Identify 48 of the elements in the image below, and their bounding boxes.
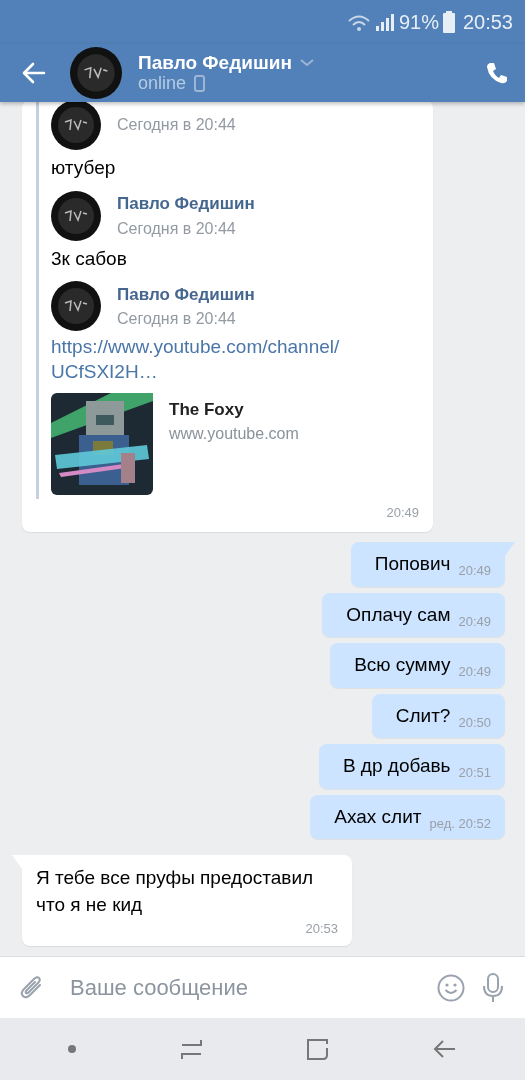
- avatar-icon: [51, 281, 101, 332]
- link[interactable]: https://www.youtube.com/channel/UCfSXI2H…: [51, 335, 345, 385]
- message-time: 20:49: [458, 562, 491, 581]
- back-icon[interactable]: [432, 1038, 457, 1060]
- home-icon[interactable]: [306, 1038, 328, 1060]
- message-text: В др добавь: [342, 754, 451, 779]
- message-date: Сегодня в 20:44: [117, 115, 236, 136]
- message-time: 20:49: [458, 612, 491, 631]
- message-time: 20:49: [458, 663, 491, 682]
- message-input[interactable]: Ваше сообщение: [68, 970, 421, 1005]
- message-text: Слит?: [395, 703, 451, 728]
- avatar-icon: [51, 190, 101, 241]
- message-date: Сегодня в 20:44: [117, 218, 237, 239]
- dot-icon: [68, 1045, 77, 1053]
- battery-icon: [442, 11, 455, 33]
- microphone-icon[interactable]: [481, 972, 505, 1003]
- message-text: 3к сабов: [51, 246, 128, 271]
- sender-name[interactable]: Павло Федишин: [117, 281, 255, 308]
- call-icon[interactable]: [485, 61, 509, 85]
- message-time: ред. 20:52: [429, 814, 491, 833]
- attach-icon[interactable]: [20, 975, 44, 1000]
- back-icon[interactable]: [22, 61, 46, 85]
- message-date: Сегодня в 20:44: [117, 309, 237, 330]
- message-text: Я тебе все пруфы предоставил что я не кид: [36, 866, 315, 917]
- contact-name[interactable]: Павло Федишин: [138, 52, 292, 74]
- message-text: ютубер: [51, 156, 117, 181]
- preview-title[interactable]: The Foxy: [169, 396, 299, 423]
- avatar-icon: [70, 47, 122, 99]
- message-time: 20:49: [386, 503, 419, 522]
- sender-name[interactable]: Павло Федишин: [117, 191, 255, 217]
- emoji-icon[interactable]: [437, 973, 465, 1002]
- avatar-icon: [51, 102, 101, 151]
- message-text: Попович: [374, 552, 451, 577]
- message-time: 20:53: [305, 919, 338, 938]
- chevron-down-icon[interactable]: [299, 59, 314, 68]
- message-text: Всю сумму: [354, 653, 451, 678]
- message-text: Ахах слит: [334, 804, 422, 829]
- recent-apps-icon[interactable]: [181, 1038, 203, 1060]
- signal-icon: [374, 12, 395, 32]
- clock: 20:53: [462, 10, 513, 35]
- message-time: 20:51: [458, 764, 491, 783]
- phone-device-icon: [194, 74, 206, 92]
- battery-percent: 91%: [398, 10, 439, 35]
- online-status: online: [138, 73, 187, 94]
- preview-domain: www.youtube.com: [169, 424, 299, 445]
- composer-bar[interactable]: Ваше сообщение: [0, 956, 525, 1018]
- message-text: Оплачу сам: [346, 602, 451, 627]
- message-time: 20:50: [458, 713, 491, 732]
